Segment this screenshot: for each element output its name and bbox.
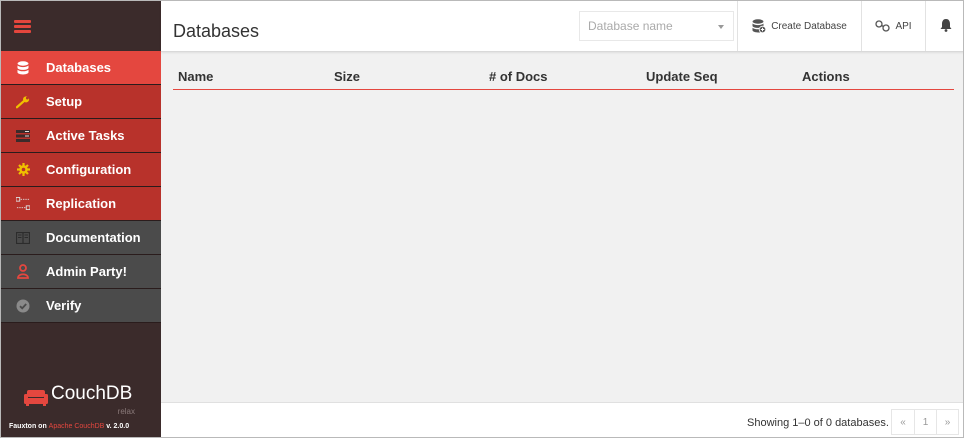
sidebar-item-setup[interactable]: Setup — [1, 85, 161, 119]
column-header-name[interactable]: Name — [178, 69, 213, 84]
version-prefix: Fauxton on — [9, 423, 49, 430]
api-button[interactable]: API — [861, 1, 925, 51]
wrench-icon — [16, 95, 30, 109]
couch-icon — [24, 390, 48, 406]
notifications-button[interactable] — [925, 1, 963, 51]
sidebar-item-admin-party[interactable]: Admin Party! — [1, 255, 161, 289]
sidebar-item-databases[interactable]: Databases — [1, 51, 161, 85]
search-placeholder: Database name — [588, 19, 673, 33]
column-header-update-seq[interactable]: Update Seq — [646, 69, 718, 84]
bell-icon — [940, 18, 952, 35]
version-number: v. 2.0.0 — [104, 423, 130, 430]
replication-icon — [16, 197, 30, 211]
create-database-button[interactable]: Create Database — [737, 1, 861, 51]
database-table-header: Name Size # of Docs Update Seq Actions — [173, 67, 954, 90]
version-info: Fauxton on Apache CouchDB v. 2.0.0 — [9, 423, 129, 430]
header-bar: Databases Database name Create Database … — [161, 1, 963, 52]
menu-toggle-button[interactable] — [1, 1, 161, 51]
sidebar-item-configuration[interactable]: Configuration — [1, 153, 161, 187]
sidebar-item-label: Documentation — [46, 230, 141, 245]
database-icon — [16, 60, 30, 75]
brand-tagline: relax — [117, 407, 135, 416]
sidebar-item-documentation[interactable]: Documentation — [1, 221, 161, 255]
brand-name: CouchDB — [51, 383, 133, 404]
apache-couchdb-link[interactable]: Apache CouchDB — [49, 423, 105, 430]
user-icon — [16, 264, 30, 279]
pagination-prev-button[interactable]: « — [892, 410, 914, 434]
gear-icon — [16, 163, 30, 177]
page-title: Databases — [173, 21, 260, 41]
sidebar-item-verify[interactable]: Verify — [1, 289, 161, 323]
database-search-input[interactable]: Database name — [579, 11, 734, 41]
sidebar-item-label: Setup — [46, 94, 83, 109]
sidebar: Databases Setup Active Tasks Configurati… — [1, 1, 161, 437]
sidebar-nav: Databases Setup Active Tasks Configurati… — [1, 51, 161, 323]
pagination-next-button[interactable]: » — [936, 410, 958, 434]
couchdb-logo[interactable]: CouchDB relax Fauxton on Apache CouchDB … — [1, 379, 161, 437]
footer-bar: Showing 1–0 of 0 databases. « 1 » — [161, 402, 963, 437]
create-database-label: Create Database — [771, 20, 847, 32]
sidebar-item-label: Active Tasks — [46, 128, 125, 143]
sidebar-item-label: Configuration — [46, 162, 132, 177]
check-circle-icon — [16, 299, 30, 313]
sidebar-item-label: Admin Party! — [46, 264, 127, 279]
database-add-icon — [752, 19, 767, 33]
book-icon — [16, 231, 30, 245]
pagination-page-1[interactable]: 1 — [914, 410, 936, 434]
sidebar-item-label: Verify — [46, 298, 82, 313]
api-label: API — [895, 20, 912, 32]
column-header-docs[interactable]: # of Docs — [489, 69, 548, 84]
hamburger-icon — [14, 20, 31, 33]
pagination-summary: Showing 1–0 of 0 databases. — [747, 417, 889, 429]
sidebar-item-active-tasks[interactable]: Active Tasks — [1, 119, 161, 153]
link-icon — [875, 20, 891, 32]
sidebar-item-label: Databases — [46, 60, 112, 75]
fauxton-app: Databases Setup Active Tasks Configurati… — [0, 0, 964, 438]
column-header-size[interactable]: Size — [334, 69, 360, 84]
chevron-down-icon — [718, 25, 724, 29]
sidebar-item-label: Replication — [46, 196, 117, 211]
tasks-icon — [16, 129, 30, 143]
pagination: « 1 » — [891, 409, 959, 435]
column-header-actions: Actions — [802, 69, 850, 84]
sidebar-item-replication[interactable]: Replication — [1, 187, 161, 221]
